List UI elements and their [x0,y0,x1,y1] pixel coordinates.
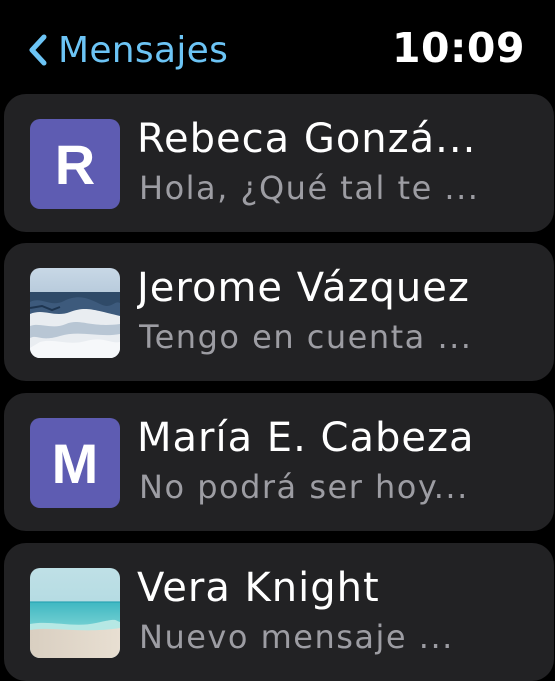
chevron-left-icon [28,34,48,66]
conversation-row-vera[interactable]: Vera Knight Nuevo mensaje ... [4,543,554,681]
message-preview: No podrá ser hoy... [139,468,469,506]
header: Mensajes 10:09 [0,0,555,94]
contact-name: Rebeca Gonzá... [137,116,477,162]
conversation-row-rebeca[interactable]: R Rebeca Gonzá... Hola, ¿Qué tal te ... [4,94,554,232]
avatar-initial: M [51,431,99,495]
clock: 10:09 [391,24,525,72]
avatar: R [30,119,120,209]
contact-name: Vera Knight [137,565,380,611]
message-preview: Hola, ¿Qué tal te ... [139,169,480,207]
turquoise-beach-photo [30,568,120,658]
contact-name: María E. Cabeza [137,415,475,461]
back-button[interactable]: Mensajes [28,26,228,74]
back-button-label: Mensajes [58,29,229,71]
avatar-initial: R [54,132,96,196]
message-preview: Tengo en cuenta ... [139,318,473,356]
avatar: M [30,418,120,508]
conversation-row-maria[interactable]: M María E. Cabeza No podrá ser hoy... [4,393,554,531]
avatar [30,268,120,358]
message-preview: Nuevo mensaje ... [139,618,454,656]
snowy-seascape-photo [30,268,120,358]
contact-name: Jerome Vázquez [137,265,470,311]
avatar [30,568,120,658]
conversation-row-jerome[interactable]: Jerome Vázquez Tengo en cuenta ... [4,243,554,381]
